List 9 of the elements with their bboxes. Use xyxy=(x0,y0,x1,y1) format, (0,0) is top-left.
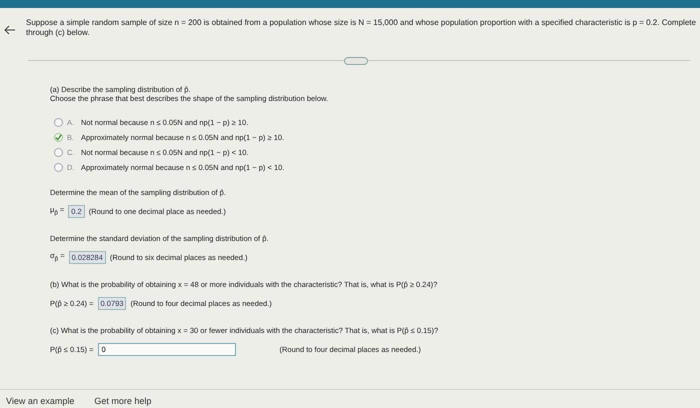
expand-handle[interactable] xyxy=(344,57,368,65)
footer-link[interactable]: View an example xyxy=(6,396,74,406)
radio-button[interactable] xyxy=(54,163,63,172)
back-arrow-icon[interactable] xyxy=(4,24,16,36)
radio-button[interactable] xyxy=(54,118,63,127)
radio-button[interactable] xyxy=(54,148,63,157)
radio-button[interactable] xyxy=(54,133,63,142)
footer-link[interactable]: Get more help xyxy=(94,396,152,406)
question-text: Suppose a simple random sample of size n = 200 is obtained from a population whose size is N = 15,000 and whose population proportion with a specified characteristic is p = 0.2. Complete through (c) below. xyxy=(26,18,696,38)
